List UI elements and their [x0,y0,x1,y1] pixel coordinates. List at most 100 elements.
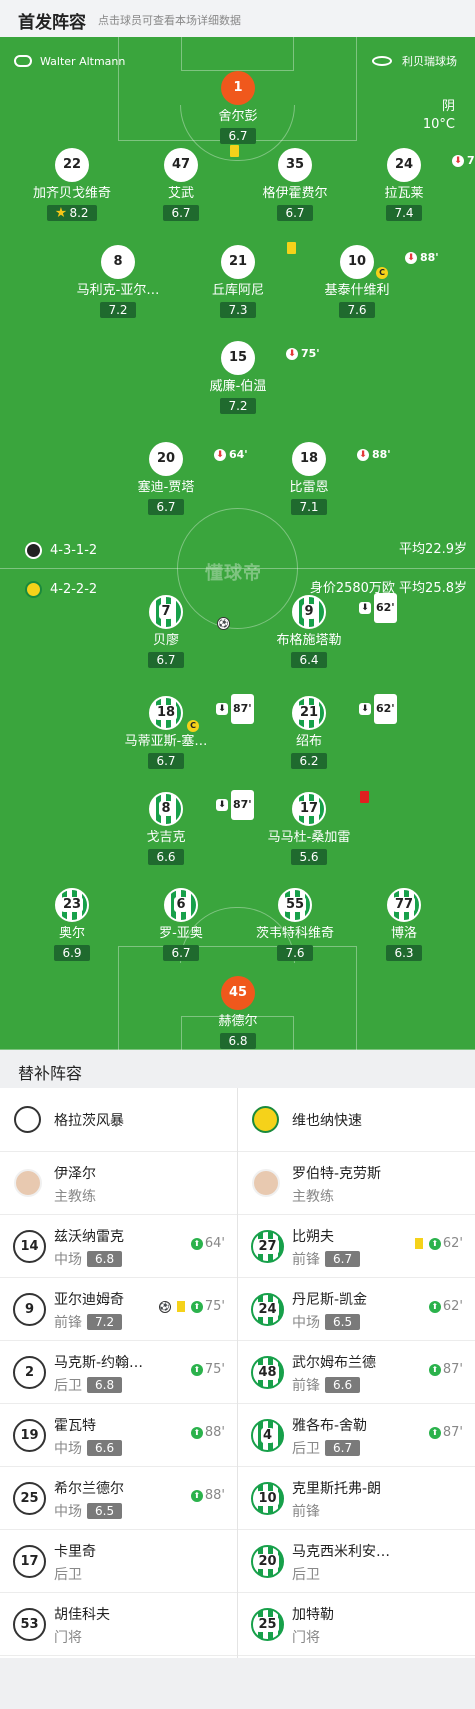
coach-role: 主教练 [292,1189,334,1205]
substitutes-header: 替补阵容 [0,1050,475,1088]
player-position: 前锋 [54,1315,82,1331]
player-number-badge: 10 [251,1482,284,1515]
bench-player-row[interactable]: 10 克里斯托弗-朗 前锋 [238,1467,475,1530]
rating-value: 6.9 [62,946,82,960]
player-name: 戈吉克 [146,830,186,845]
bench: 格拉茨风暴 伊泽尔 主教练 14 兹沃纳雷克 中场 6.8 ⬆ 64' 9 亚尔迪姆奇 前锋 7.2 ⚽ ⬆… [0,1088,475,1658]
watermark: 懂球帝 [205,563,262,584]
sub-minute: 75' [467,154,475,167]
home-player[interactable]: 10 ⬇ 88' C 基泰什维利 7.6 [302,245,439,318]
home-player[interactable]: 1 舍尔彭 6.7 [183,71,293,144]
away-player[interactable]: 8 ⬇ 87' 戈吉克 6.6 [111,790,254,865]
red-card-icon [360,791,369,803]
player-number: 9 [302,604,316,619]
bench-player-row[interactable]: 48 武尔姆布兰德 前锋 6.6 ⬆ 87' [238,1341,475,1404]
player-position: 中场 [54,1252,82,1268]
player-rating: 6.7 [220,128,256,144]
sub-out-arrow-icon: ⬇ [214,449,226,461]
player-name: 比朔夫 [292,1229,334,1245]
bench-player-row[interactable]: 53 胡佳科夫 门将 [0,1593,237,1656]
player-number-badge: 7 ⚽ [149,595,230,630]
best-player-star-icon [55,207,67,218]
bench-player-row[interactable]: 9 亚尔迪姆奇 前锋 7.2 ⚽ ⬆ 75' [0,1278,237,1341]
home-player[interactable]: 8 马利克-亚尔… 7.2 [63,245,173,318]
home-player[interactable]: 47 艾武 6.7 [126,145,239,221]
player-name: 基泰什维利 [324,283,390,298]
away-player[interactable]: 21 ⬇ 62' 绍布 6.2 [254,694,397,769]
away-player[interactable]: 77 博洛 6.3 [349,888,459,961]
player-rating: 7.2 [220,398,256,414]
sub-in-arrow-icon: ⬆ [190,1363,203,1376]
coach-name: 罗伯特-克劳斯 [292,1166,382,1182]
bench-player-row[interactable]: 25 希尔兰德尔 中场 6.5 ⬆ 88' [0,1467,237,1530]
player-number: 17 [20,1554,39,1569]
home-player[interactable]: 20 ⬇ 64' 塞迪-贾塔 6.7 [111,442,248,515]
away-player[interactable]: 23 奥尔 6.9 [17,888,127,961]
player-position: 中场 [54,1504,82,1520]
bench-player-row[interactable]: 2 马克斯-约翰… 后卫 6.8 ⬆ 75' [0,1341,237,1404]
rating-value: 7.2 [108,303,128,317]
away-player[interactable]: 9 ⬇ 62' 布格施塔勒 6.4 [254,593,397,668]
home-player[interactable]: 24 ⬇75' 拉瓦莱 7.4 [349,148,475,221]
player-rating: 7.1 [291,499,327,515]
away-player[interactable]: 17 马马杜-桑加雷 5.6 [254,791,369,865]
bench-player-row[interactable]: 17 卡里奇 后卫 [0,1530,237,1593]
rating-value: 6.7 [171,206,191,220]
home-player[interactable]: 15 ⬇ 75' 威廉-伯温 7.2 [183,341,320,414]
player-number: 53 [20,1617,39,1632]
yellow-card-icon [176,1301,185,1312]
home-player[interactable]: 21 丘库阿尼 7.3 [183,242,296,318]
away-player[interactable]: 18 ⬇ 87' C 马蒂亚斯-塞… 6.7 [111,694,254,769]
player-number-badge: 25 [251,1608,284,1641]
away-player[interactable]: 45 赫德尔 6.8 [183,976,293,1049]
player-number-badge: 48 [251,1356,284,1389]
sub-out-arrow-icon: ⬇ [216,799,228,811]
away-player[interactable]: 7 ⚽ 贝廖 6.7 [111,595,230,668]
away-player[interactable]: 55 茨韦特科维奇 7.6 [240,888,350,961]
lineup-header: 首发阵容 点击球员可查看本场详细数据 [0,0,475,37]
player-number: 8 [159,801,173,816]
rating-value: 7.4 [394,206,414,220]
player-position: 后卫 [292,1441,320,1457]
weather-text: 阴 [441,99,455,114]
sub-in-arrow-icon: ⬆ [428,1363,441,1376]
player-number-badge: 18 ⬇ 88' [292,442,391,476]
lineup-subtitle: 点击球员可查看本场详细数据 [98,14,241,27]
player-number-badge: 2 [13,1356,46,1389]
player-name: 马利克-亚尔… [76,283,160,298]
coach-row[interactable]: 伊泽尔 主教练 [0,1152,237,1215]
player-number: 22 [62,157,82,172]
sub-minute: 87' [231,790,254,820]
home-player[interactable]: 18 ⬇ 88' 比雷恩 7.1 [254,442,391,515]
sub-in-arrow-icon: ⬆ [428,1300,441,1313]
coach-row[interactable]: 罗伯特-克劳斯 主教练 [238,1152,475,1215]
player-number-badge: 45 [221,976,255,1010]
home-player[interactable]: 35 格伊霍费尔 6.7 [240,148,350,221]
team-logo-icon [14,1106,41,1133]
sub-in-arrow-icon: ⬆ [190,1489,203,1502]
bench-player-row[interactable]: 27 比朔夫 前锋 6.7 ⬆ 62' [238,1215,475,1278]
away-player[interactable]: 6 罗-亚奥 6.7 [126,888,236,961]
bench-player-row[interactable]: 25 加特勒 门将 [238,1593,475,1656]
player-name: 加特勒 [292,1607,334,1623]
bench-player-row[interactable]: 4 雅各布-舍勒 后卫 6.7 ⬆ 87' [238,1404,475,1467]
team-logo-icon [252,1106,279,1133]
bench-player-row[interactable]: 19 霍瓦特 中场 6.6 ⬆ 88' [0,1404,237,1467]
sub-minute: 62' [374,593,397,623]
home-formation-text: 4-3-1-2 [50,542,98,558]
whistle-icon [14,55,32,67]
player-number: 47 [171,157,191,172]
bench-home: 格拉茨风暴 伊泽尔 主教练 14 兹沃纳雷克 中场 6.8 ⬆ 64' 9 亚尔迪姆奇 前锋 7.2 ⚽ ⬆… [0,1088,237,1656]
yellow-card-icon [230,145,239,157]
bench-player-row[interactable]: 24 丹尼斯-凯金 中场 6.5 ⬆ 62' [238,1278,475,1341]
bench-player-row[interactable]: 14 兹沃纳雷克 中场 6.8 ⬆ 64' [0,1215,237,1278]
sub-on-indicator: ⬆ 62' [428,1299,463,1314]
player-number: 9 [24,1302,35,1317]
home-player[interactable]: 22 加齐贝戈维奇 8.2 [17,148,127,221]
player-number-badge: 24 [251,1293,284,1326]
player-rating: 6.7 [277,205,313,221]
sub-minute: 64' [229,448,248,461]
bench-player-row[interactable]: 20 马克西米利安… 后卫 [238,1530,475,1593]
lineup-title: 首发阵容 [18,13,86,33]
sub-on-indicator: ⬆ 87' [428,1425,463,1440]
